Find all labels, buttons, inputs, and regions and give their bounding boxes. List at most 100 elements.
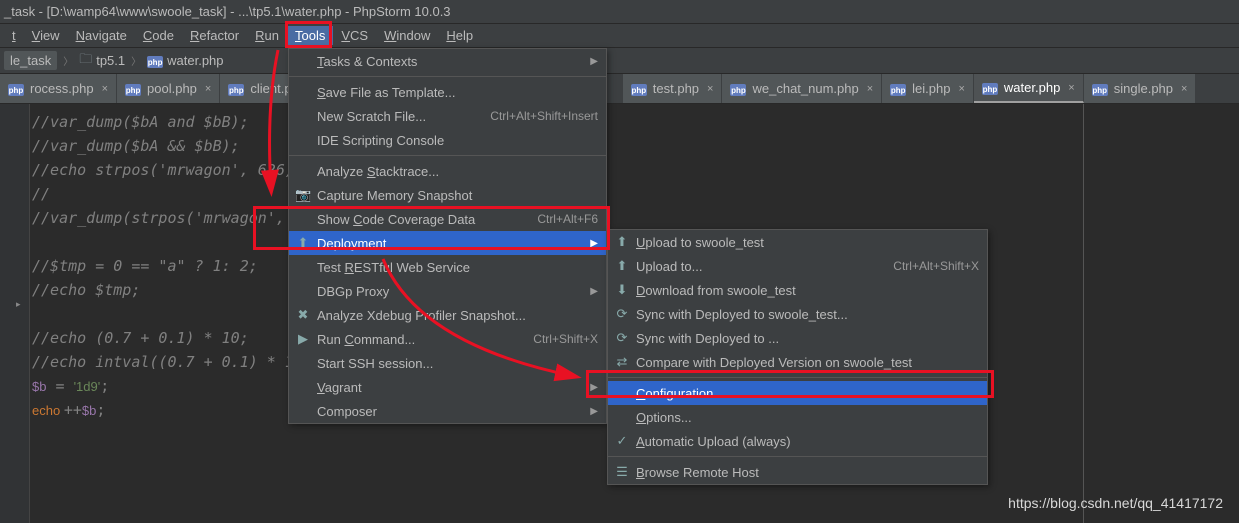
menu-item[interactable]: Tasks & Contexts▶	[289, 49, 606, 73]
chevron-right-icon: 〉	[59, 53, 77, 68]
menu-item-label: Run Command...	[317, 332, 533, 347]
menu-item-label: Capture Memory Snapshot	[317, 188, 598, 203]
menu-item[interactable]: IDE Scripting Console	[289, 128, 606, 152]
php-file-icon: php	[125, 81, 141, 97]
code-line: //	[32, 182, 1239, 206]
close-icon[interactable]: ×	[1181, 83, 1187, 95]
menu-item-label: Compare with Deployed Version on swoole_…	[636, 355, 979, 370]
menu-item[interactable]: ▶Run Command...Ctrl+Shift+X	[289, 327, 606, 351]
editor-tab[interactable]: php we_chat_num.php ×	[722, 74, 882, 103]
window-title: _task - [D:\wamp64\www\swoole_task] - ..…	[4, 4, 451, 19]
menu-separator	[289, 155, 606, 156]
menu-item-label: Upload to...	[636, 259, 893, 274]
menu-item-label: Options...	[636, 410, 979, 425]
menu-item[interactable]: ⟳Sync with Deployed to ...	[608, 326, 987, 350]
tools-menu-popup: Tasks & Contexts▶ Save File as Template..…	[288, 48, 607, 424]
close-icon[interactable]: ×	[958, 83, 964, 95]
breadcrumb-file[interactable]: phpwater.php	[145, 53, 225, 69]
deploy-icon: ⬆	[295, 235, 311, 251]
php-file-icon: php	[730, 81, 746, 97]
menu-item[interactable]: ⬆Upload to...Ctrl+Alt+Shift+X	[608, 254, 987, 278]
tab-label: water.php	[1004, 80, 1060, 95]
menu-item[interactable]: ⬆Deployment▶	[289, 231, 606, 255]
menu-item-label: Browse Remote Host	[636, 465, 979, 480]
menu-item[interactable]: Options...	[608, 405, 987, 429]
menu-item[interactable]: ⬇Download from swoole_test	[608, 278, 987, 302]
close-icon[interactable]: ×	[102, 83, 108, 95]
menu-help[interactable]: Help	[438, 26, 481, 45]
sync-icon: ⟳	[614, 330, 630, 346]
breadcrumb-root[interactable]: le_task	[4, 51, 57, 70]
menu-navigate[interactable]: Navigate	[68, 26, 135, 45]
editor-tab[interactable]: phpsingle.php×	[1084, 74, 1197, 103]
menu-item-label: Upload to swoole_test	[636, 235, 979, 250]
close-icon[interactable]: ×	[205, 83, 211, 95]
editor-tab[interactable]: phprocess.php×	[0, 74, 117, 103]
menu-item[interactable]: ⟳Sync with Deployed to swoole_test...	[608, 302, 987, 326]
chevron-right-icon: ▶	[590, 238, 598, 249]
menu-item[interactable]: ✖ Analyze Xdebug Profiler Snapshot...	[289, 303, 606, 327]
tab-label: we_chat_num.php	[752, 81, 858, 96]
editor-tab[interactable]: php water.php ×	[974, 74, 1084, 103]
editor-tab[interactable]: phplei.php×	[882, 74, 974, 103]
menu-shortcut: Ctrl+Shift+X	[533, 332, 598, 346]
php-file-icon: php	[982, 80, 998, 96]
menu-item[interactable]: Analyze Stacktrace...	[289, 159, 606, 183]
menu-code[interactable]: Code	[135, 26, 182, 45]
menu-shortcut: Ctrl+Alt+F6	[537, 212, 598, 226]
menu-tools[interactable]: Tools	[287, 26, 333, 45]
menu-item-label: Vagrant	[317, 380, 584, 395]
editor-margin-line	[1083, 104, 1084, 523]
tab-label: pool.php	[147, 81, 197, 96]
menu-item[interactable]: Configuration...	[608, 381, 987, 405]
menu-vcs[interactable]: VCS	[333, 26, 376, 45]
menu-run[interactable]: Run	[247, 26, 287, 45]
code-line: //var_dump(strpos('mrwagon',	[32, 206, 1239, 230]
editor-tab[interactable]: phptest.php×	[623, 74, 723, 103]
menu-item[interactable]: ⇄ Compare with Deployed Version on swoole…	[608, 350, 987, 374]
close-icon[interactable]: ×	[867, 83, 873, 95]
php-file-icon: php	[147, 53, 163, 69]
fold-arrow-icon[interactable]: ▸	[16, 299, 21, 310]
menu-item-label: Composer	[317, 404, 584, 419]
code-line: //echo strpos('mrwagon', 626)	[32, 158, 1239, 182]
breadcrumb-folder[interactable]: 🗀tp5.1	[77, 50, 127, 72]
x-icon: ✖	[295, 307, 311, 323]
menu-item-label: Show Code Coverage Data	[317, 212, 537, 227]
code-line: //var_dump($bA && $bB);	[32, 134, 1239, 158]
editor-tabs: phprocess.php×phppool.php×phpclient.phph…	[0, 74, 1239, 104]
menu-item[interactable]: New Scratch File...Ctrl+Alt+Shift+Insert	[289, 104, 606, 128]
chevron-right-icon: ▶	[590, 382, 598, 393]
menu-item[interactable]: Composer▶	[289, 399, 606, 423]
php-file-icon: php	[631, 81, 647, 97]
down-icon: ⬇	[614, 282, 630, 298]
menu-item[interactable]: ⬆Upload to swoole_test	[608, 230, 987, 254]
menu-item-label: Analyze Xdebug Profiler Snapshot...	[317, 308, 598, 323]
menu-t[interactable]: t	[4, 26, 24, 45]
code-line: //var_dump($bA and $bB);	[32, 110, 1239, 134]
menu-item[interactable]: ☰Browse Remote Host	[608, 460, 987, 484]
menu-item[interactable]: Show Code Coverage DataCtrl+Alt+F6	[289, 207, 606, 231]
sync-icon: ⟳	[614, 306, 630, 322]
menu-item[interactable]: Test RESTful Web Service	[289, 255, 606, 279]
menu-item[interactable]: Vagrant ▶	[289, 375, 606, 399]
menu-view[interactable]: View	[24, 26, 68, 45]
menu-item[interactable]: ✓ Automatic Upload (always)	[608, 429, 987, 453]
menu-item[interactable]: DBGp Proxy▶	[289, 279, 606, 303]
tab-label: lei.php	[912, 81, 950, 96]
menu-item-label: Automatic Upload (always)	[636, 434, 979, 449]
menu-refactor[interactable]: Refactor	[182, 26, 247, 45]
deployment-submenu-popup: ⬆Upload to swoole_test⬆Upload to...Ctrl+…	[607, 229, 988, 485]
menu-item[interactable]: Start SSH session...	[289, 351, 606, 375]
close-icon[interactable]: ×	[1068, 82, 1074, 94]
menu-window[interactable]: Window	[376, 26, 438, 45]
up-icon: ⬆	[614, 258, 630, 274]
php-file-icon: php	[228, 81, 244, 97]
check-icon: ✓	[614, 433, 630, 449]
cmp-icon: ⇄	[614, 354, 630, 370]
close-icon[interactable]: ×	[707, 83, 713, 95]
editor-tab[interactable]: php pool.php ×	[117, 74, 220, 103]
menu-item[interactable]: Save File as Template...	[289, 80, 606, 104]
menu-separator	[289, 76, 606, 77]
menu-item[interactable]: 📷Capture Memory Snapshot	[289, 183, 606, 207]
